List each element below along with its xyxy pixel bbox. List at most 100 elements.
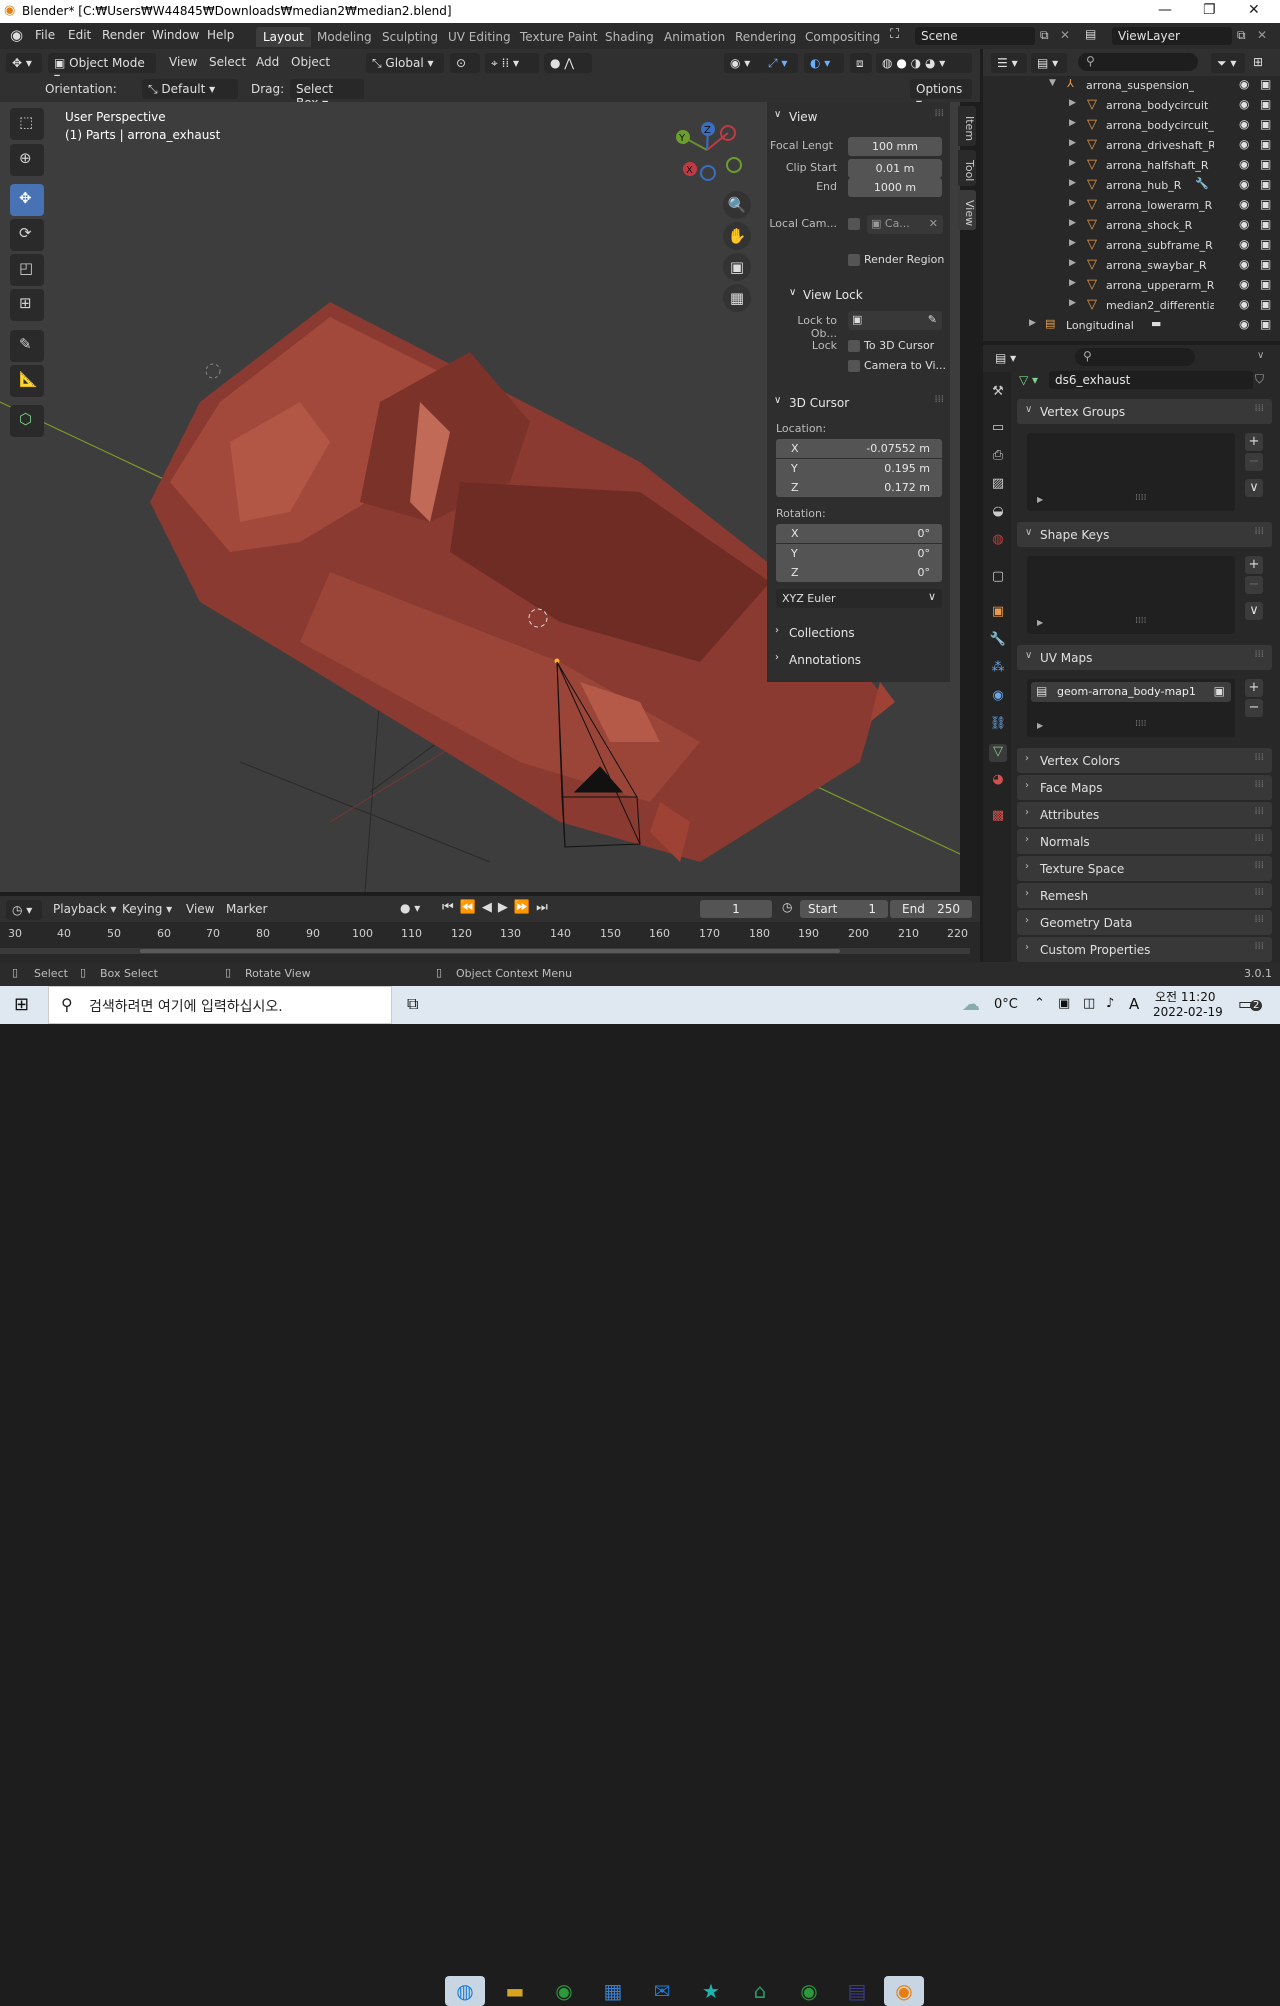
move-tool-button[interactable]: ✥ xyxy=(10,184,44,216)
scrollbar-thumb[interactable] xyxy=(140,949,840,953)
end-frame-field[interactable]: End 250 xyxy=(890,900,972,918)
tab-tool[interactable]: Tool xyxy=(958,150,976,186)
tab-uv-editing[interactable]: UV Editing xyxy=(441,27,518,47)
app-map-icon[interactable]: ⌂ xyxy=(740,1976,780,2006)
drag-handle-icon[interactable]: ⁞⁞⁞ xyxy=(1254,752,1264,763)
menu-playback[interactable]: Playback ▾ xyxy=(53,902,116,916)
visibility-eye-icon[interactable]: ◉ xyxy=(1239,317,1249,331)
cursor-tool-button[interactable]: ⊕ xyxy=(10,144,44,176)
visibility-eye-icon[interactable]: ◉ xyxy=(1239,197,1249,211)
section-normals[interactable]: › Normals ⁞⁞⁞ xyxy=(1017,829,1272,854)
3d-cursor-header[interactable]: ∨ 3D Cursor ⁞⁞⁞ xyxy=(767,390,950,414)
drag-handle-icon[interactable]: ⁞⁞⁞ xyxy=(1254,887,1264,898)
overlays-toggle[interactable]: ◐ ▾ xyxy=(804,53,844,73)
restore-icon[interactable]: ❐ xyxy=(1203,2,1216,18)
snap-toggle[interactable]: ⌖ ⁞⁞ ▾ xyxy=(485,53,539,73)
expand-right-icon[interactable]: ▶ xyxy=(1069,138,1076,148)
scale-tool-button[interactable]: ◰ xyxy=(10,254,44,286)
cursor-rotation-y[interactable]: Y 0° xyxy=(776,544,942,563)
jump-end-icon[interactable]: ⏭ xyxy=(536,900,554,915)
wifi-icon[interactable]: ◫ xyxy=(1083,996,1095,1011)
physics-tab-icon[interactable]: ◉ xyxy=(989,688,1007,706)
drag-handle-icon[interactable]: ⁞⁞⁞ xyxy=(1254,779,1264,790)
pan-button[interactable]: ✋ xyxy=(723,222,751,250)
uv-maps-list[interactable]: ▤ geom-arrona_body-map1 ▣ ▶ ⁞⁞⁞⁞ xyxy=(1027,679,1235,737)
shape-key-specials-button[interactable]: ∨ xyxy=(1245,602,1263,620)
render-region-checkbox[interactable] xyxy=(848,254,860,266)
next-keyframe-icon[interactable]: ⏩ xyxy=(514,900,536,915)
menu-help[interactable]: Help xyxy=(207,28,234,42)
output-tab-icon[interactable]: ⎙ xyxy=(989,448,1007,466)
proportional-edit[interactable]: ● ⋀ xyxy=(544,53,592,73)
section-attributes[interactable]: › Attributes ⁞⁞⁞ xyxy=(1017,802,1272,827)
section-uv-maps[interactable]: ∨ UV Maps ⁞⁞⁞ xyxy=(1017,645,1272,670)
remove-uv-map-button[interactable]: − xyxy=(1245,699,1263,717)
drag-handle-icon[interactable]: ⁞⁞⁞ xyxy=(1254,941,1264,952)
delete-view-layer-icon[interactable]: ✕ xyxy=(1257,28,1267,42)
taskbar-search-input[interactable]: ⚲ 검색하려면 여기에 입력하십시오. xyxy=(48,986,392,1024)
app-star-icon[interactable]: ★ xyxy=(691,1976,731,2006)
section-shape-keys[interactable]: ∨ Shape Keys ⁞⁞⁞ xyxy=(1017,522,1272,547)
new-view-layer-icon[interactable]: ⧉ xyxy=(1237,28,1246,43)
view-layer-icon[interactable]: ▤ xyxy=(1085,27,1096,41)
render-camera-icon[interactable]: ▣ xyxy=(1260,77,1271,91)
drag-handle-icon[interactable]: ⁞⁞⁞ xyxy=(1254,806,1264,817)
editor-type-button[interactable]: ✥ ▾ xyxy=(6,53,42,73)
render-camera-icon[interactable]: ▣ xyxy=(1260,257,1271,271)
mode-dropdown[interactable]: ▣ Object Mode ▾ xyxy=(48,53,156,84)
render-camera-icon[interactable]: ▣ xyxy=(1260,317,1271,331)
outliner-row[interactable]: ▶▽arrona_bodycircuit_su◉▣ xyxy=(983,115,1280,135)
visibility-eye-icon[interactable]: ◉ xyxy=(1239,277,1249,291)
expand-right-icon[interactable]: ▶ xyxy=(1029,318,1036,328)
expand-right-icon[interactable]: ▶ xyxy=(1069,218,1076,228)
blender-taskbar-icon[interactable]: ◉ xyxy=(884,1976,924,2006)
menu-timeline-view[interactable]: View xyxy=(186,902,214,916)
remove-vertex-group-button[interactable]: − xyxy=(1245,453,1263,471)
tab-sculpting[interactable]: Sculpting xyxy=(375,27,445,47)
collection-tab-icon[interactable]: ▢ xyxy=(989,569,1007,587)
tab-item[interactable]: Item xyxy=(958,106,976,146)
rendered-shading-icon[interactable]: ◕ xyxy=(925,56,935,70)
eyedropper-icon[interactable]: ✎ xyxy=(928,313,937,326)
mail-icon[interactable]: ✉ xyxy=(642,1976,682,2006)
visibility-eye-icon[interactable]: ◉ xyxy=(1239,97,1249,111)
outliner-row[interactable]: ▶ ▽ arrona_subframe_R ◉ ▣ xyxy=(983,235,1280,255)
record-icon[interactable]: ● ▾ xyxy=(400,901,420,915)
vertex-groups-list[interactable]: ▶ ⁞⁞⁞⁞ xyxy=(1027,433,1235,511)
expand-right-icon[interactable]: ▶ xyxy=(1069,118,1076,128)
uv-map-row[interactable]: ▤ geom-arrona_body-map1 ▣ xyxy=(1031,682,1231,702)
prev-keyframe-icon[interactable]: ⏪ xyxy=(460,900,482,915)
outliner-editor-type[interactable]: ☰ ▾ xyxy=(991,53,1027,73)
chevron-down-icon[interactable]: ∨ xyxy=(1257,350,1264,361)
task-view-icon[interactable]: ⧉ xyxy=(407,994,418,1014)
drag-handle-icon[interactable]: ⁞⁞⁞ xyxy=(1254,860,1264,871)
object-tab-icon[interactable]: ▣ xyxy=(989,604,1007,622)
expand-right-icon[interactable]: ▶ xyxy=(1069,298,1076,308)
render-camera-icon[interactable]: ▣ xyxy=(1260,217,1271,231)
uv-map-name[interactable]: geom-arrona_body-map1 xyxy=(1057,685,1196,698)
clip-end-field[interactable]: 1000 m xyxy=(848,178,942,197)
constraints-tab-icon[interactable]: ⛓ xyxy=(989,716,1007,734)
play-icon[interactable]: ▶ xyxy=(498,900,514,915)
annotate-tool-button[interactable]: ✎ xyxy=(10,330,44,362)
outliner-row[interactable]: ▶ ▽ arrona_lowerarm_R ◉ ▣ xyxy=(983,195,1280,215)
select-tool-button[interactable]: ⬚ xyxy=(10,108,44,140)
render-camera-icon[interactable]: ▣ xyxy=(1260,157,1271,171)
camera-to-view-checkbox[interactable] xyxy=(848,360,860,372)
menu-window[interactable]: Window xyxy=(152,28,199,42)
visibility-eye-icon[interactable]: ◉ xyxy=(1239,117,1249,131)
local-camera-checkbox[interactable] xyxy=(848,218,860,230)
blender-menu-icon[interactable]: ◉ xyxy=(10,26,23,44)
scene-icon[interactable]: ⛶ xyxy=(890,27,899,42)
chrome-icon[interactable]: ◉ xyxy=(544,1976,584,2006)
drag-handle-icon[interactable]: ⁞⁞⁞ xyxy=(1254,914,1264,925)
menu-add[interactable]: Add xyxy=(256,55,279,69)
volume-icon[interactable]: ♪ xyxy=(1106,996,1114,1011)
visibility-eye-icon[interactable]: ◉ xyxy=(1239,237,1249,251)
menu-view[interactable]: View xyxy=(169,55,197,69)
cursor-location-x[interactable]: X -0.07552 m xyxy=(776,439,942,458)
expand-right-icon[interactable]: ▶ xyxy=(1037,618,1043,627)
view-panel-header[interactable]: ∨ View ⁞⁞⁞ xyxy=(767,104,950,128)
visibility-eye-icon[interactable]: ◉ xyxy=(1239,297,1249,311)
particles-tab-icon[interactable]: ⁂ xyxy=(989,660,1007,678)
